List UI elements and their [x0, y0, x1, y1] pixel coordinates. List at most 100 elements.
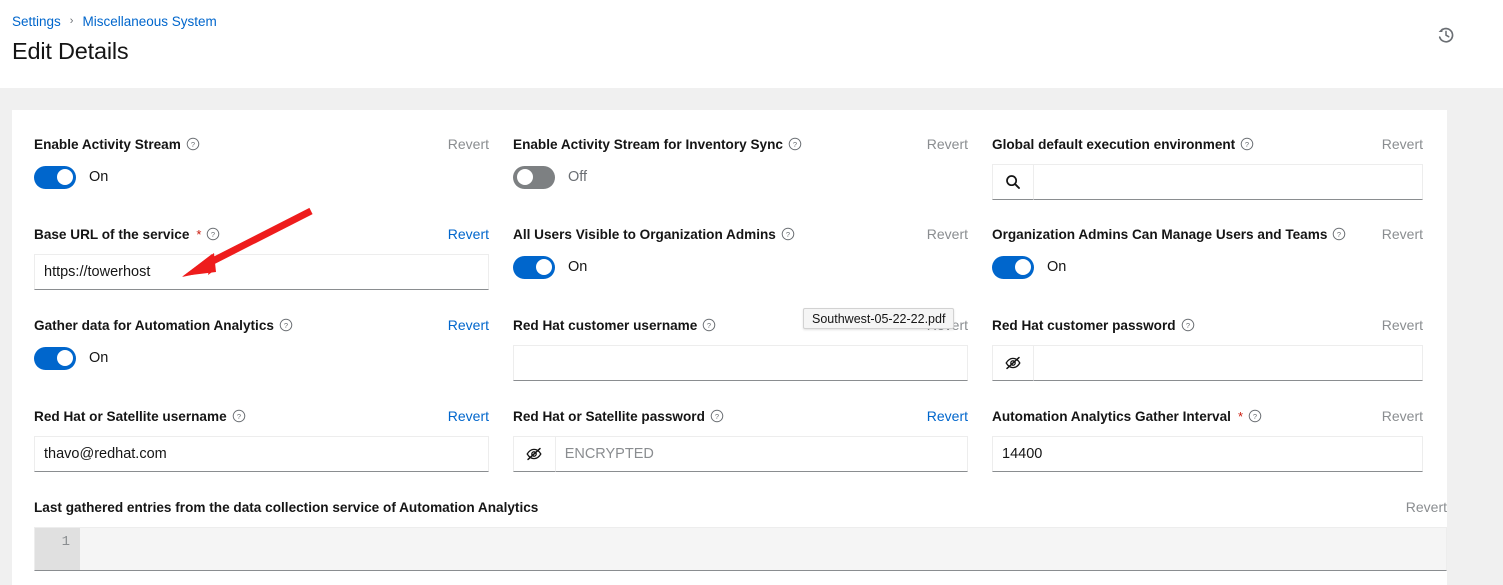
toggle-switch[interactable] [34, 166, 76, 189]
code-editor-content[interactable] [80, 528, 1446, 570]
field-all-users-visible-to-organization-admins: All Users Visible to Organization Admins… [513, 224, 992, 290]
revert-button: Revert [919, 136, 968, 152]
svg-text:?: ? [237, 412, 241, 421]
settings-card: Enable Activity Stream ? Revert On Enabl… [12, 110, 1447, 585]
help-circle-icon[interactable]: ? [1248, 409, 1262, 423]
toggle-knob [1015, 259, 1031, 275]
field-organization-admins-can-manage-users-and-teams: Organization Admins Can Manage Users and… [992, 224, 1447, 290]
red-hat-or-satellite-username-input[interactable] [34, 436, 489, 472]
label-wrap: Red Hat customer username ? [513, 318, 716, 333]
help-circle-icon[interactable]: ? [232, 409, 246, 423]
help-circle-icon[interactable]: ? [1332, 227, 1346, 241]
toggle-switch[interactable] [992, 256, 1034, 279]
switch-state-label: On [568, 259, 587, 275]
field-header: Last gathered entries from the data coll… [34, 497, 1447, 517]
toggle-knob [517, 169, 533, 185]
settings-grid: Enable Activity Stream ? Revert On Enabl… [34, 134, 1425, 571]
field-header: Red Hat or Satellite password ? Revert [513, 406, 968, 426]
label-wrap: Global default execution environment ? [992, 137, 1254, 152]
switch-row: On [34, 164, 489, 190]
field-red-hat-customer-password: Red Hat customer password ? Revert [992, 315, 1447, 381]
field-gather-data-for-automation-analytics: Gather data for Automation Analytics ? R… [34, 315, 513, 381]
page-title: Edit Details [12, 38, 1487, 65]
revert-button: Revert [1374, 317, 1423, 333]
field-header: Enable Activity Stream for Inventory Syn… [513, 134, 968, 154]
help-circle-icon[interactable]: ? [788, 137, 802, 151]
help-circle-icon[interactable]: ? [1181, 318, 1195, 332]
help-circle-icon[interactable]: ? [186, 137, 200, 151]
base-url-of-the-service-input[interactable] [34, 254, 489, 290]
search-button[interactable] [992, 164, 1033, 200]
revert-button[interactable]: Revert [440, 226, 489, 242]
input-group [992, 164, 1423, 200]
svg-text:?: ? [284, 321, 288, 330]
help-circle-icon[interactable]: ? [1240, 137, 1254, 151]
breadcrumb-item-settings[interactable]: Settings [12, 14, 61, 29]
field-red-hat-or-satellite-username: Red Hat or Satellite username ? Revert [34, 406, 513, 472]
switch-row: On [992, 254, 1423, 280]
field-label: Gather data for Automation Analytics [34, 318, 274, 333]
label-wrap: Enable Activity Stream for Inventory Syn… [513, 137, 802, 152]
field-header: Organization Admins Can Manage Users and… [992, 224, 1423, 244]
field-red-hat-or-satellite-password: Red Hat or Satellite password ? Revert [513, 406, 992, 472]
revert-button[interactable]: Revert [919, 408, 968, 424]
revert-button: Revert [1374, 136, 1423, 152]
red-hat-customer-password-input[interactable] [1033, 345, 1423, 381]
line-number-gutter: 1 [35, 528, 80, 570]
revert-button[interactable]: Revert [440, 317, 489, 333]
label-wrap: Red Hat or Satellite username ? [34, 409, 246, 424]
eye-slash-icon [525, 445, 543, 463]
toggle-password-visibility-button[interactable] [992, 345, 1033, 381]
label-wrap: Red Hat customer password ? [992, 318, 1195, 333]
label-wrap: All Users Visible to Organization Admins… [513, 227, 795, 242]
switch-state-label: On [89, 169, 108, 185]
download-file-tooltip[interactable]: Southwest-05-22-22.pdf [803, 308, 954, 329]
input-group [992, 345, 1423, 381]
red-hat-or-satellite-password-input[interactable] [555, 436, 968, 472]
field-header: Base URL of the service * ? Revert [34, 224, 489, 244]
history-revert-icon-button[interactable] [1433, 22, 1459, 48]
field-label: Last gathered entries from the data coll… [34, 500, 538, 515]
revert-button: Revert [1374, 226, 1423, 242]
field-label: Automation Analytics Gather Interval [992, 409, 1231, 424]
breadcrumb-separator-icon: › [70, 16, 74, 27]
help-circle-icon[interactable]: ? [781, 227, 795, 241]
toggle-switch[interactable] [34, 347, 76, 370]
breadcrumb-item-miscellaneous-system[interactable]: Miscellaneous System [82, 14, 216, 29]
required-asterisk: * [1238, 410, 1243, 423]
help-circle-icon[interactable]: ? [702, 318, 716, 332]
toggle-password-visibility-button[interactable] [513, 436, 555, 472]
svg-text:?: ? [1337, 230, 1341, 239]
field-header: Global default execution environment ? R… [992, 134, 1423, 154]
search-icon [1005, 174, 1021, 190]
automation-analytics-gather-interval-input[interactable] [992, 436, 1423, 472]
svg-text:?: ? [1245, 140, 1249, 149]
help-circle-icon[interactable]: ? [279, 318, 293, 332]
field-label: Red Hat customer password [992, 318, 1176, 333]
svg-text:?: ? [715, 412, 719, 421]
revert-button: Revert [919, 226, 968, 242]
revert-button: Revert [1398, 499, 1447, 515]
label-wrap: Automation Analytics Gather Interval * ? [992, 409, 1262, 424]
toggle-switch[interactable] [513, 256, 555, 279]
field-enable-activity-stream-for-inventory-sync: Enable Activity Stream for Inventory Syn… [513, 134, 992, 200]
field-header: Automation Analytics Gather Interval * ?… [992, 406, 1423, 426]
field-label: Red Hat or Satellite password [513, 409, 705, 424]
code-editor[interactable]: 1 [34, 527, 1447, 571]
revert-button[interactable]: Revert [440, 408, 489, 424]
execution-environment-input[interactable] [1033, 164, 1423, 200]
help-circle-icon[interactable]: ? [710, 409, 724, 423]
toggle-knob [57, 169, 73, 185]
history-revert-icon [1436, 25, 1456, 45]
red-hat-customer-username-input[interactable] [513, 345, 968, 381]
svg-text:?: ? [1185, 321, 1189, 330]
field-label: Base URL of the service [34, 227, 189, 242]
field-label: Red Hat or Satellite username [34, 409, 227, 424]
switch-row: On [34, 345, 489, 371]
field-header: Red Hat or Satellite username ? Revert [34, 406, 489, 426]
toggle-switch[interactable] [513, 166, 555, 189]
svg-text:?: ? [793, 140, 797, 149]
help-circle-icon[interactable]: ? [206, 227, 220, 241]
page-header: Settings › Miscellaneous System Edit Det… [0, 0, 1503, 88]
toggle-knob [536, 259, 552, 275]
